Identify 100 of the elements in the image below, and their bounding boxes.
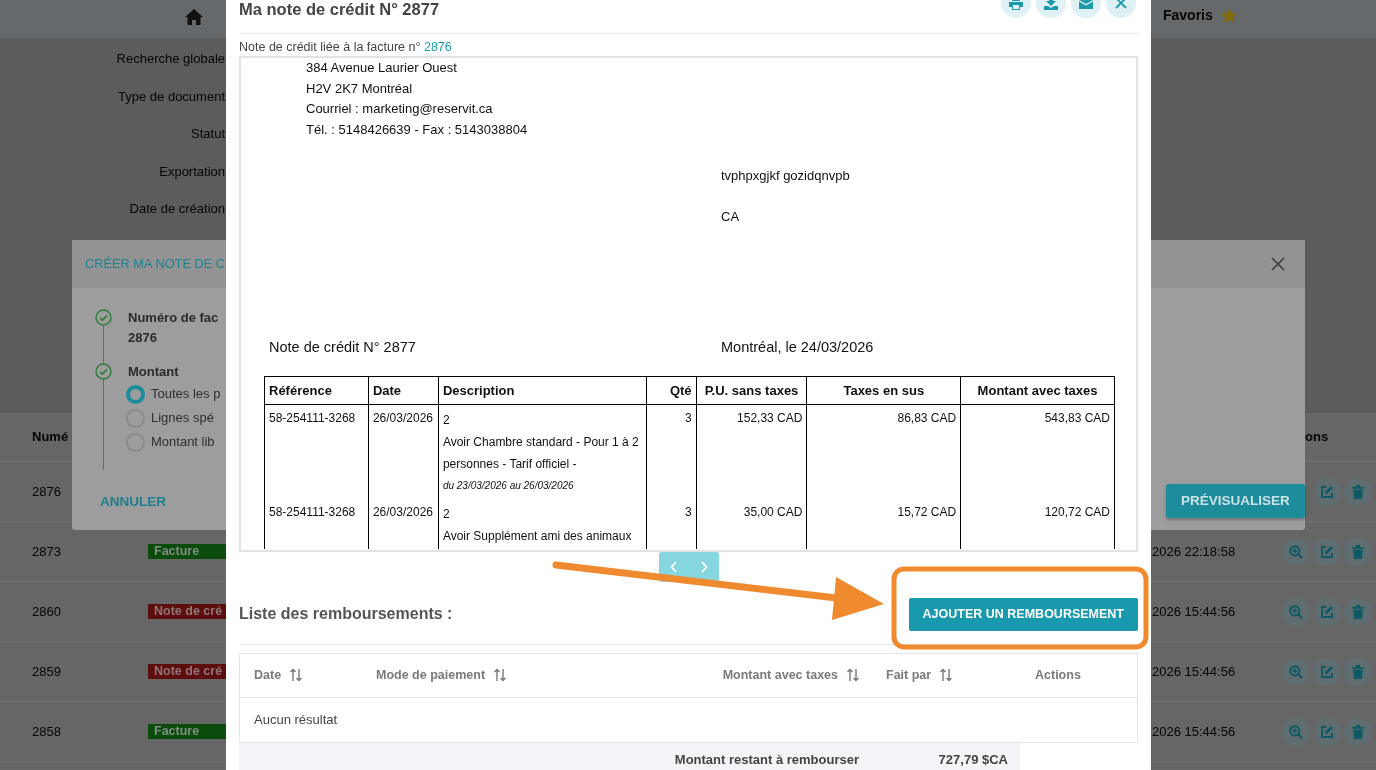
zoom-in-icon[interactable] bbox=[1289, 544, 1303, 559]
empty-message: Aucun résultat bbox=[253, 711, 339, 729]
edit-icon[interactable] bbox=[1320, 604, 1334, 619]
filter-label: Statut bbox=[190, 125, 225, 143]
trash-icon[interactable] bbox=[1352, 484, 1364, 499]
trash-icon[interactable] bbox=[1352, 604, 1364, 619]
table-cell: 2860 bbox=[32, 603, 61, 619]
sort-icon[interactable] bbox=[289, 668, 304, 683]
option-label: Lignes spé bbox=[151, 409, 214, 428]
favorites-label: Favoris bbox=[1163, 6, 1213, 25]
client-line: CA bbox=[721, 208, 741, 226]
column-header: Référence bbox=[264, 376, 369, 405]
column-header: Montant avec taxes bbox=[722, 666, 838, 684]
column-header: Numé bbox=[32, 429, 69, 445]
sort-icon[interactable] bbox=[939, 668, 954, 683]
table-cell: 26/03/2026 bbox=[368, 404, 439, 500]
linked-invoice-label: Note de crédit liée à la facture n° bbox=[239, 40, 422, 54]
zoom-in-icon[interactable] bbox=[1289, 604, 1303, 619]
option-label: Montant lib bbox=[151, 433, 215, 452]
edit-icon[interactable] bbox=[1320, 724, 1334, 739]
column-header: Qté bbox=[646, 376, 697, 405]
table-cell: 58-254111-3268 bbox=[264, 404, 369, 500]
modal-title: CRÉER MA NOTE DE C bbox=[84, 255, 226, 274]
column-header: Date bbox=[368, 376, 439, 405]
invoice-link[interactable]: 2876 bbox=[423, 40, 452, 54]
home-icon bbox=[185, 8, 203, 25]
sort-icon[interactable] bbox=[846, 668, 860, 683]
table-cell-text: 2026 15:44:56 bbox=[1152, 662, 1237, 681]
table-cell: 2876 bbox=[32, 483, 61, 499]
column-header: Actions bbox=[1035, 666, 1081, 684]
table-cell-text: 2026 22:18:58 bbox=[1152, 542, 1237, 561]
preview-button[interactable]: PRÉVISUALISER bbox=[1166, 483, 1305, 519]
summary-value: 727,79 $CA bbox=[937, 751, 1009, 769]
type-badge: Facture bbox=[148, 724, 226, 739]
filter-label: Type de document bbox=[117, 87, 225, 106]
chevron-right-icon bbox=[699, 561, 708, 573]
table-cell: 2859 bbox=[32, 663, 61, 679]
address-line: Tél. : 5148426639 - Fax : 5143038804 bbox=[306, 120, 529, 139]
table-cell: 26/03/2026 bbox=[368, 499, 439, 550]
sort-icon[interactable] bbox=[493, 668, 508, 683]
column-header: Date bbox=[254, 666, 282, 684]
column-header: ons bbox=[1304, 428, 1330, 447]
close-icon bbox=[1115, 0, 1127, 9]
column-header: Fait par bbox=[886, 666, 932, 684]
edit-icon[interactable] bbox=[1320, 664, 1334, 679]
zoom-in-icon[interactable] bbox=[1289, 724, 1303, 739]
table-cell: 3 bbox=[646, 404, 697, 500]
add-refund-button[interactable]: AJOUTER UN REMBOURSEMENT bbox=[908, 598, 1138, 631]
column-header: Montant avec taxes bbox=[960, 376, 1115, 405]
table-cell: 3 bbox=[646, 499, 697, 550]
modal-title: Ma note de crédit N° 2877 bbox=[239, 0, 440, 20]
table-cell-text: 2026 15:44:56 bbox=[1152, 602, 1237, 621]
quantity-line: 2 bbox=[442, 506, 451, 524]
table-cell: 120,72 CAD bbox=[960, 499, 1115, 550]
filter-label: Exportation bbox=[158, 162, 225, 181]
filter-label: Recherche globale bbox=[115, 50, 225, 68]
summary-label: Montant restant à rembourser bbox=[673, 751, 860, 769]
address-line: 384 Avenue Laurier Ouest bbox=[306, 59, 458, 77]
table-cell: 35,00 CAD bbox=[696, 499, 807, 550]
document-title: Note de crédit N° 2877 bbox=[269, 338, 417, 357]
type-badge: Note de cré bbox=[148, 604, 226, 619]
column-header: Taxes en sus bbox=[806, 376, 961, 405]
column-header: P.U. sans taxes bbox=[696, 376, 807, 405]
item-description: Avoir Supplément ami des animaux bbox=[442, 528, 633, 546]
zoom-in-icon[interactable] bbox=[1289, 664, 1303, 679]
chevron-left-icon bbox=[669, 561, 678, 573]
star-icon bbox=[1220, 8, 1237, 23]
client-line: tvphpxgjkf gozidqnvpb bbox=[721, 167, 851, 185]
table-cell-text: 2026 15:44:56 bbox=[1152, 722, 1237, 741]
item-description: Avoir Chambre standard - Pour 1 à 2 personnes - Tarif officiel - bbox=[442, 434, 640, 474]
table-cell: 86,83 CAD bbox=[806, 404, 961, 500]
close-icon[interactable] bbox=[1271, 257, 1285, 271]
envelope-icon bbox=[1079, 0, 1093, 9]
download-icon bbox=[1044, 0, 1058, 10]
option-label: Toutes les p bbox=[151, 385, 221, 404]
step-value: 2876 bbox=[128, 329, 158, 347]
step-title: Numéro de fac bbox=[128, 309, 219, 327]
table-cell: 15,72 CAD bbox=[806, 499, 961, 550]
table-cell: 2873 bbox=[32, 543, 61, 559]
trash-icon[interactable] bbox=[1352, 724, 1364, 739]
edit-icon[interactable] bbox=[1320, 484, 1334, 499]
place-date: Montréal, le 24/03/2026 bbox=[721, 338, 874, 357]
address-line: H2V 2K7 Montréal bbox=[306, 79, 414, 98]
table-cell: 543,83 CAD bbox=[960, 404, 1115, 500]
quantity-line: 2 bbox=[442, 412, 451, 430]
type-badge: Note de cré bbox=[148, 664, 226, 679]
table-cell: 58-254111-3268 bbox=[264, 499, 369, 550]
type-badge: Facture bbox=[148, 544, 226, 559]
edit-icon[interactable] bbox=[1320, 544, 1334, 559]
trash-icon[interactable] bbox=[1352, 664, 1364, 679]
cancel-button[interactable]: ANNULER bbox=[100, 492, 166, 513]
print-icon bbox=[1009, 0, 1023, 10]
radio-button[interactable] bbox=[126, 384, 145, 404]
table-cell: 152,33 CAD bbox=[696, 404, 807, 500]
address-line: Courriel : marketing@reservit.ca bbox=[306, 100, 494, 118]
step-title: Montant bbox=[128, 363, 180, 381]
trash-icon[interactable] bbox=[1352, 544, 1364, 559]
column-header: Mode de paiement bbox=[376, 666, 486, 684]
table-cell: 2858 bbox=[32, 723, 61, 739]
stay-period: du 23/03/2026 au 26/03/2026 bbox=[442, 479, 575, 494]
